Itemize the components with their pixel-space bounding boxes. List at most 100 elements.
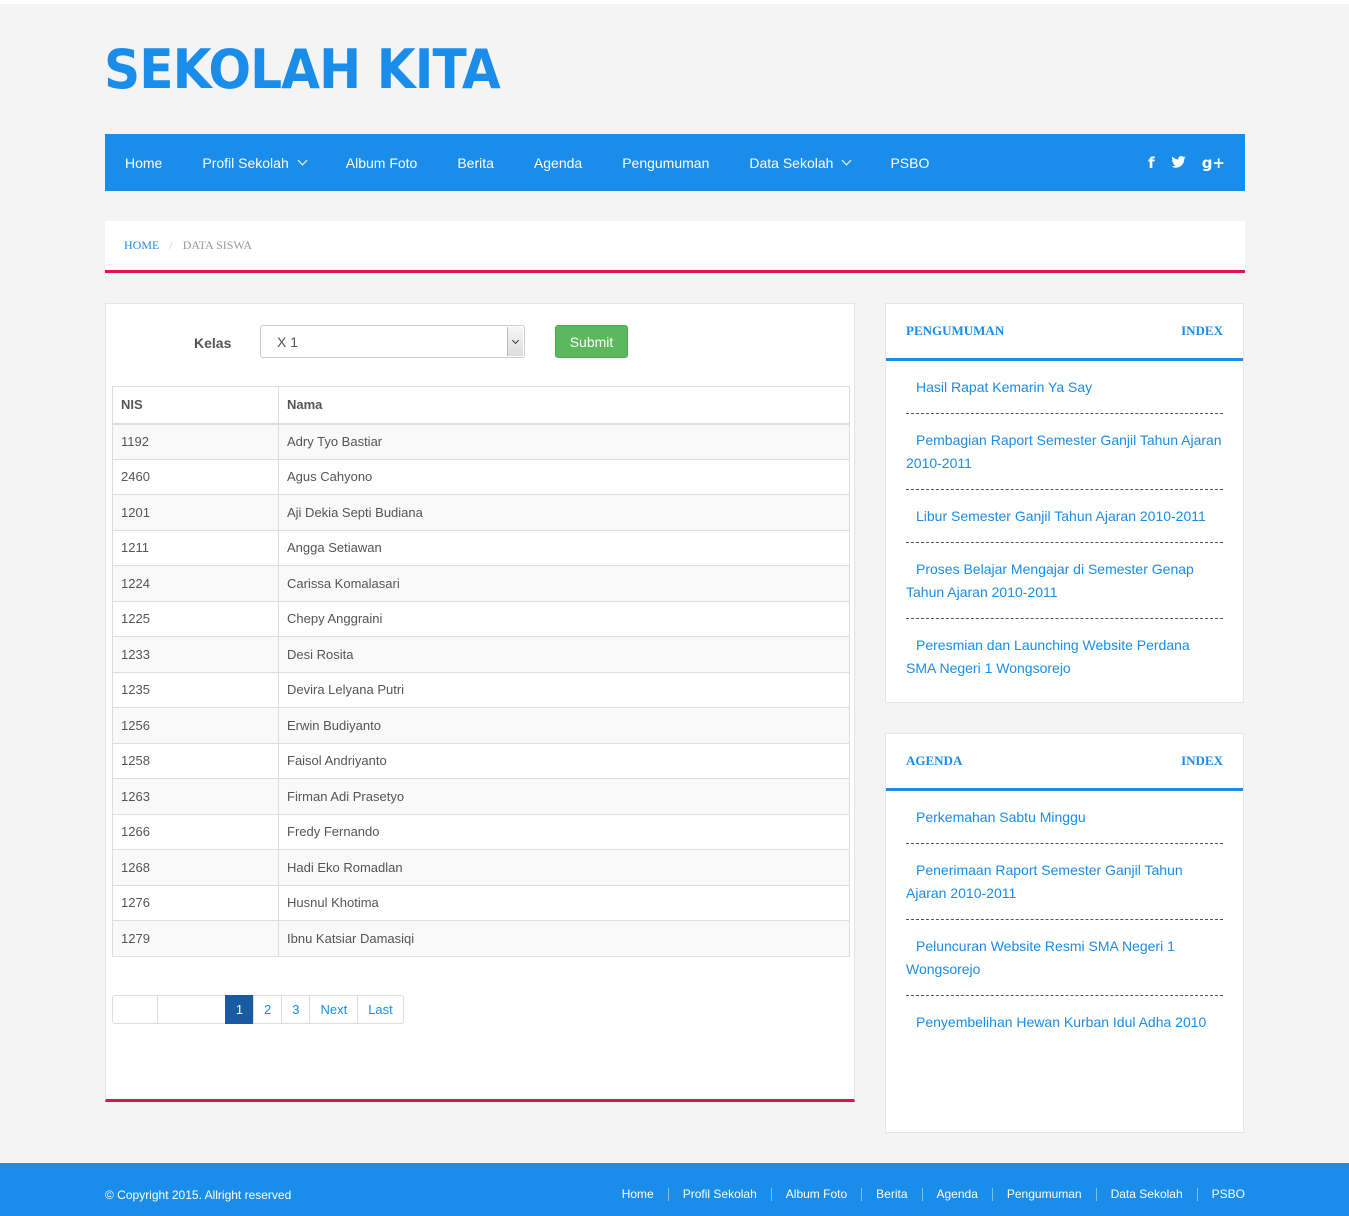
list-item[interactable]: Pembagian Raport Semester Ganjil Tahun A… xyxy=(906,414,1223,490)
cell-nama: Erwin Budiyanto xyxy=(278,707,850,744)
pengumuman-widget: Pengumuman Index Hasil Rapat Kemarin Ya … xyxy=(885,303,1244,703)
table-row: 2460 Agus Cahyono xyxy=(112,458,850,495)
cell-nama: Devira Lelyana Putri xyxy=(278,671,850,708)
filter-form: Kelas X 1 Submit xyxy=(106,325,854,358)
cell-nis: 1192 xyxy=(112,423,279,460)
copyright-text: © Copyright 2015. Allright reserved xyxy=(105,1188,292,1202)
table-row: 1256 Erwin Budiyanto xyxy=(112,707,850,744)
pagination-first[interactable] xyxy=(112,995,158,1024)
list-item[interactable]: Peresmian dan Launching Website Perdana … xyxy=(906,619,1223,694)
list-item[interactable]: Hasil Rapat Kemarin Ya Say xyxy=(906,361,1223,414)
pagination-page-1[interactable]: 1 xyxy=(225,995,254,1024)
footer-link-home[interactable]: Home xyxy=(608,1188,668,1201)
cell-nis: 1256 xyxy=(112,707,279,744)
cell-nis: 1266 xyxy=(112,813,279,850)
cell-nis: 1258 xyxy=(112,742,279,779)
nav-item-agenda[interactable]: Agenda xyxy=(514,134,602,191)
nav-item-data-sekolah[interactable]: Data Sekolah xyxy=(729,134,870,191)
cell-nis: 1263 xyxy=(112,778,279,815)
nav-item-label: Profil Sekolah xyxy=(202,154,289,171)
list-item[interactable]: Libur Semester Ganjil Tahun Ajaran 2010-… xyxy=(906,490,1223,543)
pagination-previous[interactable] xyxy=(157,995,226,1024)
pagination-last[interactable]: Last xyxy=(357,995,404,1024)
widget-title: Agenda xyxy=(906,753,963,768)
list-item[interactable]: Proses Belajar Mengajar di Semester Gena… xyxy=(906,543,1223,619)
footer-link-album-foto[interactable]: Album Foto xyxy=(770,1188,861,1201)
cell-nama: Faisol Andriyanto xyxy=(278,742,850,779)
breadcrumb-home-link[interactable]: Home xyxy=(124,238,159,253)
table-row: 1258 Faisol Andriyanto xyxy=(112,742,850,779)
kelas-select-value: X 1 xyxy=(277,334,299,350)
table-row: 1235 Devira Lelyana Putri xyxy=(112,671,850,708)
main-content: Kelas X 1 Submit NIS Nama 1192 Adry Tyo B… xyxy=(105,303,855,1102)
footer-link-psbo[interactable]: PSBO xyxy=(1196,1188,1245,1201)
nav-item-label: Berita xyxy=(457,154,494,171)
nav-item-home[interactable]: Home xyxy=(105,134,182,191)
students-table: NIS Nama 1192 Adry Tyo Bastiar 2460 Agus C… xyxy=(112,386,850,957)
table-row: 1224 Carissa Komalasari xyxy=(112,565,850,602)
breadcrumb: Home / Data Siswa xyxy=(105,221,1245,273)
cell-nama: Hadi Eko Romadlan xyxy=(278,849,850,886)
chevron-down-icon xyxy=(841,155,852,166)
footer-link-berita[interactable]: Berita xyxy=(861,1188,921,1201)
footer-link-data-sekolah[interactable]: Data Sekolah xyxy=(1095,1188,1197,1201)
pagination-page-2[interactable]: 2 xyxy=(253,995,283,1024)
cell-nis: 1224 xyxy=(112,565,279,602)
table-row: 1268 Hadi Eko Romadlan xyxy=(112,849,850,886)
cell-nama: Ibnu Katsiar Damasiqi xyxy=(278,920,850,957)
cell-nama: Adry Tyo Bastiar xyxy=(278,423,850,460)
cell-nama: Husnul Khotima xyxy=(278,884,850,921)
list-item[interactable]: Penerimaan Raport Semester Ganjil Tahun … xyxy=(906,844,1223,920)
twitter-icon[interactable] xyxy=(1170,154,1186,172)
submit-button[interactable]: Submit xyxy=(555,325,628,358)
nav-item-berita[interactable]: Berita xyxy=(437,134,514,191)
cell-nama: Aji Dekia Septi Budiana xyxy=(278,494,850,531)
table-row: 1266 Fredy Fernando xyxy=(112,813,850,850)
list-item[interactable]: Peluncuran Website Resmi SMA Negeri 1 Wo… xyxy=(906,920,1223,996)
list-item[interactable]: Perkemahan Sabtu Minggu xyxy=(906,791,1223,844)
top-strip xyxy=(0,0,1349,4)
googleplus-icon[interactable]: g+ xyxy=(1202,154,1225,172)
chevron-down-icon xyxy=(297,155,308,166)
cell-nama: Firman Adi Prasetyo xyxy=(278,778,850,815)
list-item[interactable]: Penyembelihan Hewan Kurban Idul Adha 201… xyxy=(906,996,1223,1048)
cell-nama: Agus Cahyono xyxy=(278,458,850,495)
widget-list: Hasil Rapat Kemarin Ya Say Pembagian Rap… xyxy=(886,361,1243,694)
cell-nis: 1233 xyxy=(112,636,279,673)
cell-nama: Carissa Komalasari xyxy=(278,565,850,602)
footer-link-agenda[interactable]: Agenda xyxy=(921,1188,992,1201)
facebook-icon[interactable]: f xyxy=(1148,154,1155,172)
pagination-next[interactable]: Next xyxy=(309,995,359,1024)
column-header-nis: NIS xyxy=(112,386,279,425)
nav-item-label: Pengumuman xyxy=(622,154,710,171)
cell-nis: 1279 xyxy=(112,920,279,957)
main-nav: Home Profil Sekolah Album Foto Berita Ag… xyxy=(105,134,1245,191)
cell-nama: Chepy Anggraini xyxy=(278,600,850,637)
chevron-down-icon xyxy=(511,336,520,344)
cell-nis: 2460 xyxy=(112,458,279,495)
site-logo[interactable]: SEKOLAH KITA xyxy=(104,38,501,101)
nav-item-pengumuman[interactable]: Pengumuman xyxy=(602,134,729,191)
nav-item-profil-sekolah[interactable]: Profil Sekolah xyxy=(182,134,325,191)
column-header-nama: Nama xyxy=(278,386,850,425)
cell-nama: Angga Setiawan xyxy=(278,529,850,566)
widget-title: Pengumuman xyxy=(906,323,1005,338)
agenda-widget: Agenda Index Perkemahan Sabtu Minggu Pen… xyxy=(885,733,1244,1133)
nav-item-album-foto[interactable]: Album Foto xyxy=(326,134,438,191)
table-row: 1276 Husnul Khotima xyxy=(112,884,850,921)
nav-item-label: PSBO xyxy=(890,154,930,171)
pagination-page-3[interactable]: 3 xyxy=(281,995,311,1024)
table-row: 1201 Aji Dekia Septi Budiana xyxy=(112,494,850,531)
nav-item-label: Data Sekolah xyxy=(749,154,834,171)
footer-link-pengumuman[interactable]: Pengumuman xyxy=(991,1188,1096,1201)
nav-item-label: Album Foto xyxy=(345,154,418,171)
footer-link-profil-sekolah[interactable]: Profil Sekolah xyxy=(667,1188,771,1201)
breadcrumb-separator: / xyxy=(169,238,173,252)
widget-index-link[interactable]: Index xyxy=(1181,753,1223,769)
kelas-select[interactable]: X 1 xyxy=(260,325,525,358)
table-row: 1211 Angga Setiawan xyxy=(112,529,850,566)
table-header-row: NIS Nama xyxy=(112,386,850,425)
widget-index-link[interactable]: Index xyxy=(1181,323,1223,339)
nav-item-psbo[interactable]: PSBO xyxy=(870,134,949,191)
table-row: 1192 Adry Tyo Bastiar xyxy=(112,423,850,460)
